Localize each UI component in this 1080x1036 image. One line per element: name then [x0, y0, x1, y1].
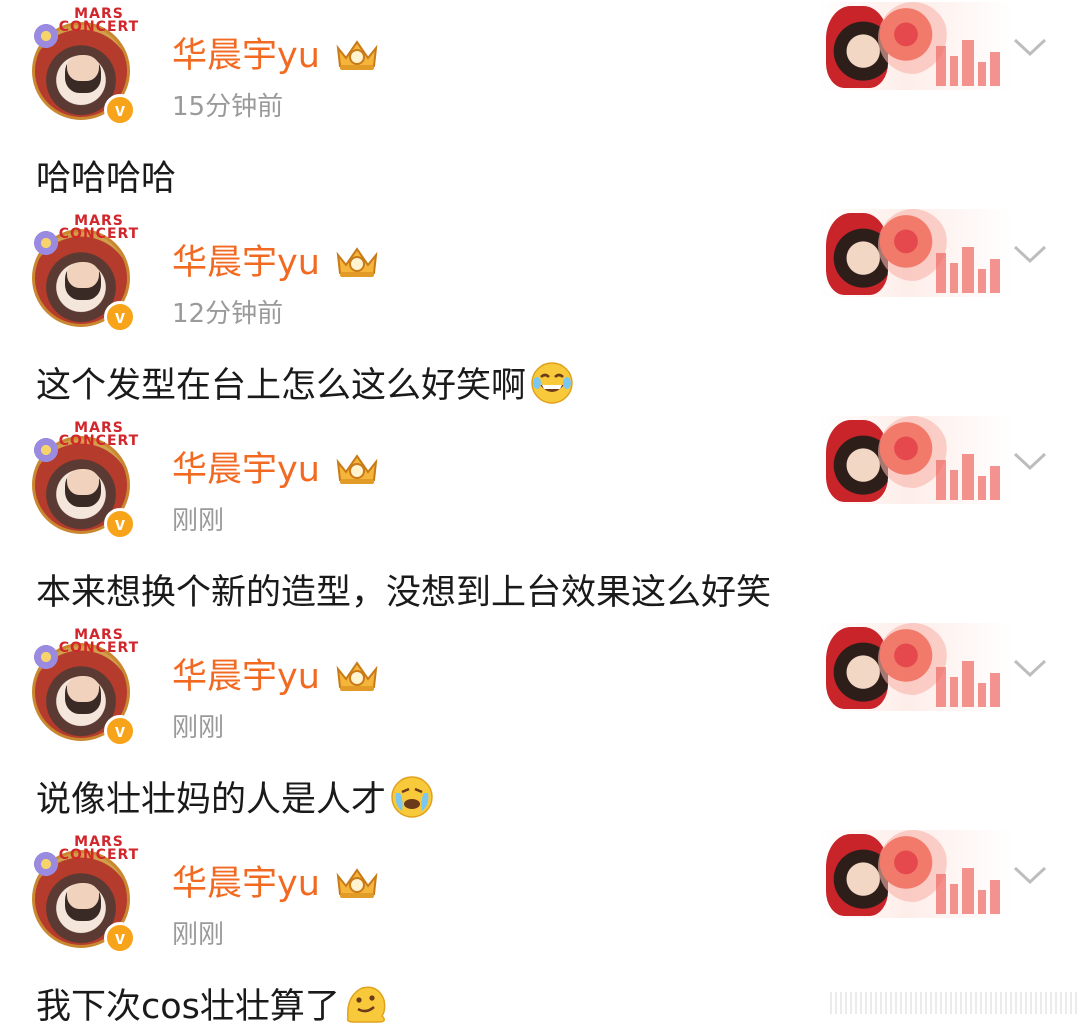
username[interactable]: 华晨宇yu — [172, 446, 320, 494]
avatar-banner-text: MARS CONCERT — [58, 834, 140, 863]
melting-face-emoji-icon — [346, 986, 386, 1023]
crying-laughing-emoji-icon — [391, 776, 433, 818]
comment-text: 我下次cos壮壮算了 — [36, 982, 388, 1032]
avatar[interactable]: MARS CONCERT v — [32, 420, 144, 540]
username[interactable]: 华晨宇yu — [172, 860, 320, 908]
comment-text: 这个发型在台上怎么这么好笑啊 — [36, 361, 574, 411]
card-decoration-image — [820, 2, 1012, 90]
comment-text: 哈哈哈哈 — [36, 154, 176, 204]
username[interactable]: 华晨宇yu — [172, 653, 320, 701]
comment-text: 说像壮壮妈的人是人才 — [36, 775, 434, 825]
username[interactable]: 华晨宇yu — [172, 239, 320, 287]
post-time: 刚刚 — [172, 920, 225, 950]
chevron-down-icon[interactable] — [1012, 32, 1048, 62]
avatar[interactable]: MARS CONCERT v — [32, 834, 144, 954]
card-decoration-image — [820, 209, 1012, 297]
comment-text-body: 我下次cos壮壮算了 — [36, 987, 340, 1027]
comment-item: MARS CONCERT v 华晨宇yu 刚刚 说像壮壮妈的人是人才 — [0, 621, 1080, 828]
avatar-banner-text: MARS CONCERT — [58, 213, 140, 242]
comment-feed: MARS CONCERT v 华晨宇yu 15分钟前 哈哈哈哈 MARS CON… — [0, 0, 1080, 1036]
crown-badge-icon[interactable] — [334, 866, 380, 900]
avatar-banner-text: MARS CONCERT — [58, 627, 140, 656]
comment-text-body: 哈哈哈哈 — [36, 159, 177, 199]
post-time: 15分钟前 — [172, 92, 284, 122]
comment-item: MARS CONCERT v 华晨宇yu 刚刚 本来想换个新的造型，没想到上台效… — [0, 414, 1080, 621]
post-time: 刚刚 — [172, 713, 225, 743]
crown-badge-icon[interactable] — [334, 659, 380, 693]
avatar-banner-text: MARS CONCERT — [58, 6, 140, 35]
verified-badge-icon: v — [104, 508, 136, 540]
chevron-down-icon[interactable] — [1012, 653, 1048, 683]
laugh-cry-emoji-icon — [531, 362, 573, 404]
comment-item: MARS CONCERT v 华晨宇yu 15分钟前 哈哈哈哈 — [0, 0, 1080, 207]
verified-badge-icon: v — [104, 301, 136, 333]
card-decoration-image — [820, 623, 1012, 711]
verified-badge-icon: v — [104, 715, 136, 747]
post-time: 12分钟前 — [172, 299, 284, 329]
card-decoration-image — [820, 416, 1012, 504]
verified-badge-icon: v — [104, 94, 136, 126]
bottom-fade-decoration — [830, 992, 1080, 1014]
comment-text-body: 这个发型在台上怎么这么好笑啊 — [36, 366, 527, 406]
comment-text: 本来想换个新的造型，没想到上台效果这么好笑 — [36, 568, 771, 618]
post-time: 刚刚 — [172, 506, 225, 536]
avatar-banner-text: MARS CONCERT — [58, 420, 140, 449]
comment-text-body: 说像壮壮妈的人是人才 — [36, 780, 387, 820]
chevron-down-icon[interactable] — [1012, 446, 1048, 476]
avatar[interactable]: MARS CONCERT v — [32, 6, 144, 126]
comment-item: MARS CONCERT v 华晨宇yu 12分钟前 这个发型在台上怎么这么好笑… — [0, 207, 1080, 414]
username[interactable]: 华晨宇yu — [172, 32, 320, 80]
avatar[interactable]: MARS CONCERT v — [32, 627, 144, 747]
verified-badge-icon: v — [104, 922, 136, 954]
crown-badge-icon[interactable] — [334, 452, 380, 486]
crown-badge-icon[interactable] — [334, 38, 380, 72]
chevron-down-icon[interactable] — [1012, 860, 1048, 890]
comment-text-body: 本来想换个新的造型，没想到上台效果这么好笑 — [36, 573, 772, 613]
avatar[interactable]: MARS CONCERT v — [32, 213, 144, 333]
card-decoration-image — [820, 830, 1012, 918]
chevron-down-icon[interactable] — [1012, 239, 1048, 269]
crown-badge-icon[interactable] — [334, 245, 380, 279]
